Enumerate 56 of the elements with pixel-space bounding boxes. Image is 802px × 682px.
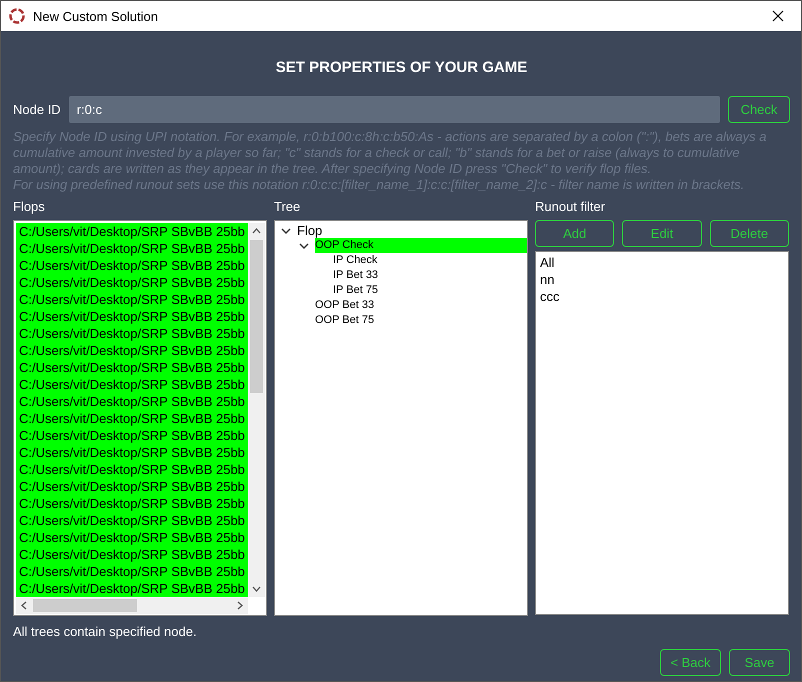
flop-row[interactable]: C:/Users/vit/Desktop/SRP SBvBB 25bb [16,495,248,512]
window-title: New Custom Solution [33,8,159,24]
flop-row[interactable]: C:/Users/vit/Desktop/SRP SBvBB 25bb [16,223,248,240]
chevron-down-icon[interactable] [299,240,309,250]
scroll-right-icon[interactable] [237,601,243,610]
flop-row[interactable]: C:/Users/vit/Desktop/SRP SBvBB 25bb [16,308,248,325]
flop-row[interactable]: C:/Users/vit/Desktop/SRP SBvBB 25bb [16,325,248,342]
tree-item[interactable]: OOP Bet 75 [315,313,527,328]
tree-item[interactable]: Flop [297,223,527,238]
flops-title: Flops [13,199,46,216]
tree-item[interactable]: IP Bet 75 [333,283,527,298]
app-logo-icon [9,8,25,24]
tree-title: Tree [274,199,302,216]
page-heading: SET PROPERTIES OF YOUR GAME [274,59,528,76]
horizontal-scrollbar[interactable] [16,597,248,614]
close-icon[interactable] [772,10,784,22]
chevron-down-icon[interactable] [281,226,291,236]
tree-item[interactable]: OOP Check [315,238,527,253]
filter-button[interactable]: Edit [622,220,702,247]
check-button[interactable]: Check [728,96,790,123]
node-id-label: Node ID [13,102,61,117]
flop-row[interactable]: C:/Users/vit/Desktop/SRP SBvBB 25bb [16,240,248,257]
flop-row[interactable]: C:/Users/vit/Desktop/SRP SBvBB 25bb [16,274,248,291]
flop-row[interactable]: C:/Users/vit/Desktop/SRP SBvBB 25bb [16,342,248,359]
flop-row[interactable]: C:/Users/vit/Desktop/SRP SBvBB 25bb [16,580,248,597]
flop-row[interactable]: C:/Users/vit/Desktop/SRP SBvBB 25bb [16,512,248,529]
filter-button[interactable]: Delete [710,220,789,247]
flop-row[interactable]: C:/Users/vit/Desktop/SRP SBvBB 25bb [16,546,248,563]
tree-item[interactable]: IP Bet 33 [333,268,527,283]
filter-button[interactable]: Add [535,220,614,247]
flop-row[interactable]: C:/Users/vit/Desktop/SRP SBvBB 25bb [16,359,248,376]
scroll-up-icon[interactable] [252,228,261,234]
filter-item[interactable]: ccc [540,288,784,305]
flop-row[interactable]: C:/Users/vit/Desktop/SRP SBvBB 25bb [16,410,248,427]
flop-row[interactable]: C:/Users/vit/Desktop/SRP SBvBB 25bb [16,478,248,495]
node-id-field[interactable]: r:0:c [68,96,720,123]
flop-row[interactable]: C:/Users/vit/Desktop/SRP SBvBB 25bb [16,376,248,393]
vertical-scrollbar[interactable] [248,223,265,597]
save-button[interactable]: Save [729,649,790,676]
flop-row[interactable]: C:/Users/vit/Desktop/SRP SBvBB 25bb [16,444,248,461]
flop-row[interactable]: C:/Users/vit/Desktop/SRP SBvBB 25bb [16,529,248,546]
filter-item[interactable]: All [540,254,784,271]
flop-row[interactable]: C:/Users/vit/Desktop/SRP SBvBB 25bb [16,461,248,478]
status-message: All trees contain specified node. [13,624,198,639]
filter-item[interactable]: nn [540,271,784,288]
flop-row[interactable]: C:/Users/vit/Desktop/SRP SBvBB 25bb [16,427,248,444]
scroll-down-icon[interactable] [252,586,261,592]
tree-item[interactable]: OOP Bet 33 [315,298,527,313]
runout-filter-title: Runout filter [535,199,606,216]
tree-item[interactable]: IP Check [333,253,527,268]
back-button[interactable]: < Back [660,649,721,676]
flop-row[interactable]: C:/Users/vit/Desktop/SRP SBvBB 25bb [16,291,248,308]
scroll-left-icon[interactable] [21,601,27,610]
flop-row[interactable]: C:/Users/vit/Desktop/SRP SBvBB 25bb [16,257,248,274]
flop-row[interactable]: C:/Users/vit/Desktop/SRP SBvBB 25bb [16,563,248,580]
flop-row[interactable]: C:/Users/vit/Desktop/SRP SBvBB 25bb [16,393,248,410]
